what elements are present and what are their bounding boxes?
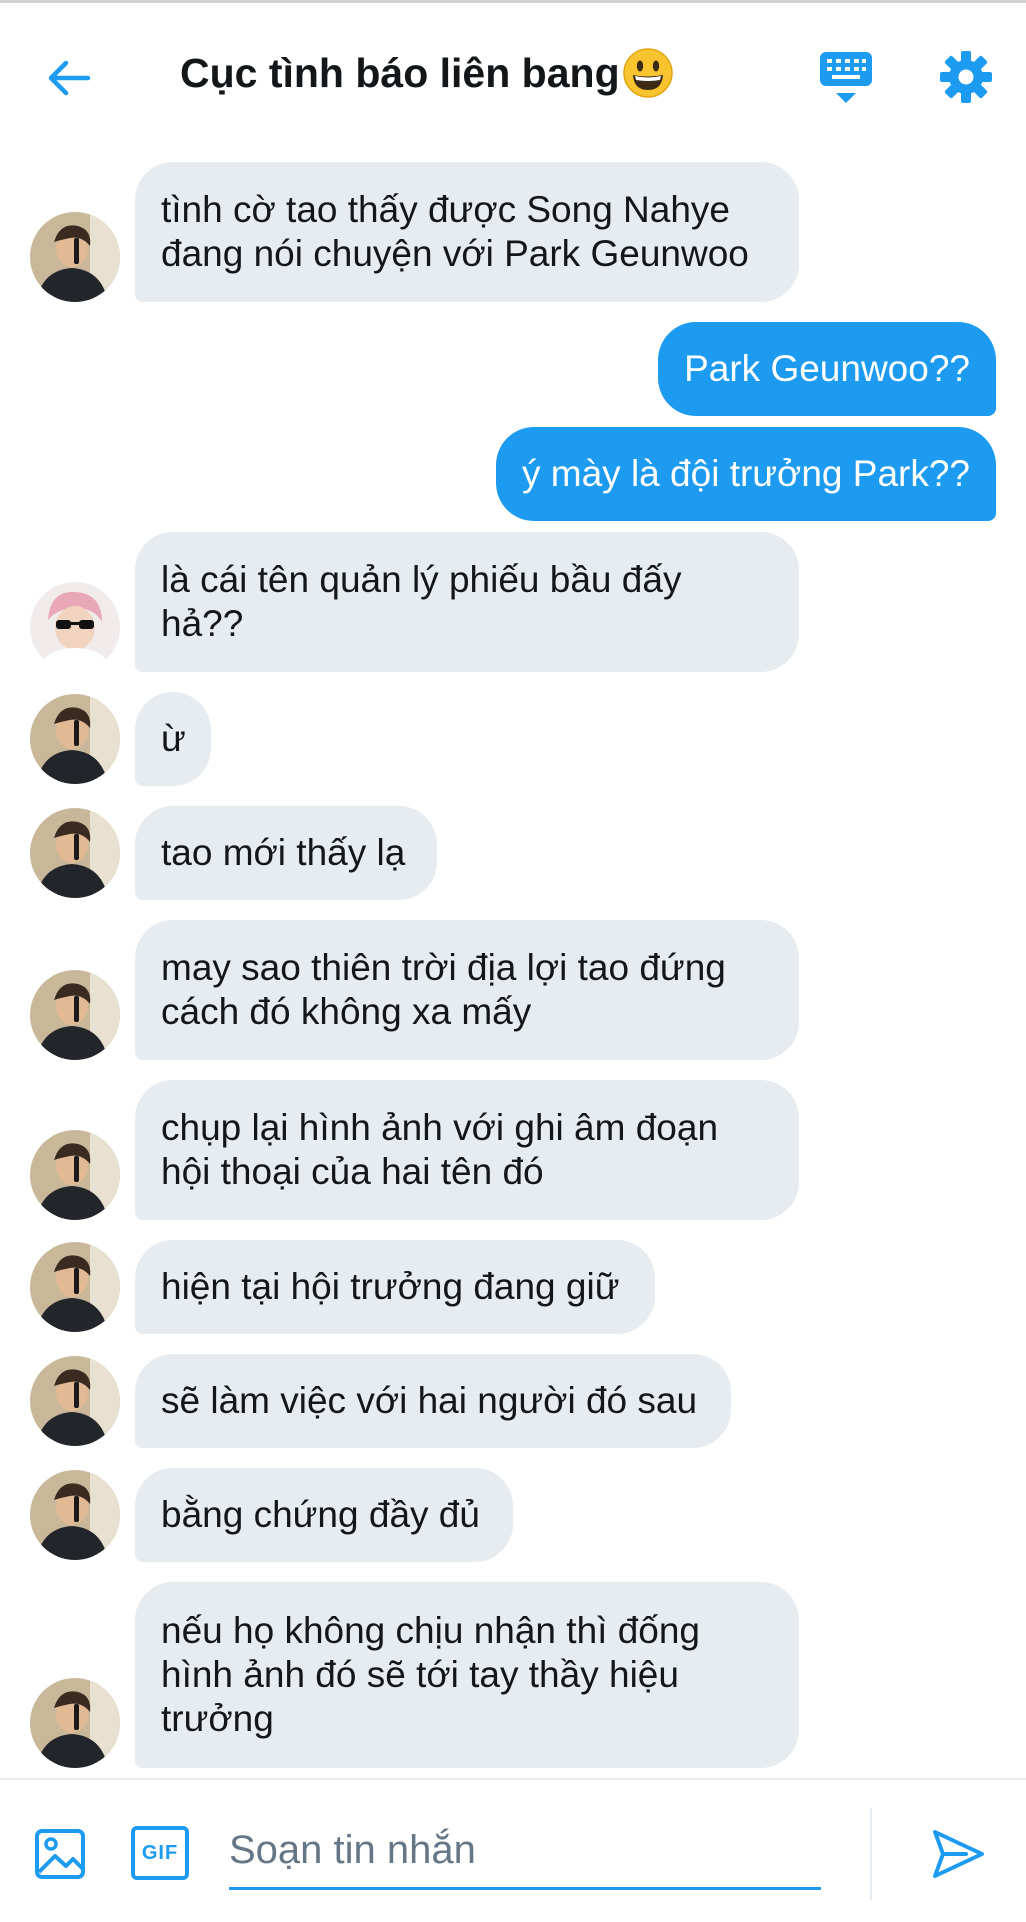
avatar-boy-image xyxy=(30,694,120,784)
message-bubble[interactable]: là cái tên quản lý phiếu bầu đấy hả?? xyxy=(135,532,799,672)
message-text: Park Geunwoo?? xyxy=(684,348,970,389)
avatar[interactable] xyxy=(30,212,120,302)
message-text: sẽ làm việc với hai người đó sau xyxy=(161,1380,698,1421)
message-row: ừ xyxy=(0,692,1026,786)
smiley-emoji-icon xyxy=(622,48,673,98)
avatar-boy-image xyxy=(30,1130,120,1220)
avatar-boy-image xyxy=(30,1242,120,1332)
message-row: tình cờ tao thấy được Song Nahye đang nó… xyxy=(0,162,1026,302)
gif-label: GIF xyxy=(141,1841,179,1864)
message-row: là cái tên quản lý phiếu bầu đấy hả?? xyxy=(0,532,1026,672)
avatar-boy-image xyxy=(30,970,120,1060)
message-composer: GIF xyxy=(0,1778,1026,1922)
message-row: bằng chứng đầy đủ xyxy=(0,1468,1026,1562)
avatar[interactable] xyxy=(30,582,120,672)
avatar-boy-image xyxy=(30,1470,120,1560)
avatar[interactable] xyxy=(30,1242,120,1332)
message-row: ý mày là đội trưởng Park?? xyxy=(0,427,1026,521)
avatar[interactable] xyxy=(30,1470,120,1560)
message-bubble[interactable]: Park Geunwoo?? xyxy=(658,322,996,416)
gear-icon[interactable] xyxy=(938,49,994,105)
avatar-boy-image xyxy=(30,808,120,898)
message-bubble[interactable]: tao mới thấy lạ xyxy=(135,806,437,900)
message-row: tao mới thấy lạ xyxy=(0,806,1026,900)
gif-icon[interactable]: GIF xyxy=(131,1826,189,1880)
message-text: chụp lại hình ảnh với ghi âm đoạn hội th… xyxy=(161,1107,719,1192)
message-bubble[interactable]: bằng chứng đầy đủ xyxy=(135,1468,513,1562)
message-bubble[interactable]: nếu họ không chịu nhận thì đống hình ảnh… xyxy=(135,1582,799,1768)
message-bubble[interactable]: ừ xyxy=(135,692,211,786)
message-row: may sao thiên trời địa lợi tao đứng cách… xyxy=(0,920,1026,1060)
avatar-boy-image xyxy=(30,1678,120,1768)
avatar[interactable] xyxy=(30,1356,120,1446)
message-input[interactable] xyxy=(229,1814,821,1890)
message-text: ừ xyxy=(161,718,186,759)
message-text: bằng chứng đầy đủ xyxy=(161,1494,480,1535)
avatar[interactable] xyxy=(30,808,120,898)
send-icon[interactable] xyxy=(930,1826,986,1882)
conversation-title[interactable]: Cục tình báo liên bang xyxy=(180,47,674,99)
message-bubble[interactable]: sẽ làm việc với hai người đó sau xyxy=(135,1354,731,1448)
message-bubble[interactable]: hiện tại hội trưởng đang giữ xyxy=(135,1240,655,1334)
message-row: hiện tại hội trưởng đang giữ xyxy=(0,1240,1026,1334)
image-icon[interactable] xyxy=(34,1828,86,1880)
avatar[interactable] xyxy=(30,694,120,784)
message-text: tao mới thấy lạ xyxy=(161,832,406,873)
message-bubble[interactable]: tình cờ tao thấy được Song Nahye đang nó… xyxy=(135,162,799,302)
back-arrow-icon[interactable] xyxy=(44,53,94,103)
avatar[interactable] xyxy=(30,970,120,1060)
message-text: tình cờ tao thấy được Song Nahye đang nó… xyxy=(161,189,749,274)
message-text: may sao thiên trời địa lợi tao đứng cách… xyxy=(161,947,726,1032)
avatar-boy-image xyxy=(30,1356,120,1446)
message-row: chụp lại hình ảnh với ghi âm đoạn hội th… xyxy=(0,1080,1026,1220)
message-text: ý mày là đội trưởng Park?? xyxy=(522,453,970,494)
keyboard-icon[interactable] xyxy=(818,49,874,107)
chat-header: Cục tình báo liên bang xyxy=(0,3,1026,143)
avatar-pink-image xyxy=(30,582,120,672)
avatar[interactable] xyxy=(30,1678,120,1768)
message-text: hiện tại hội trưởng đang giữ xyxy=(161,1266,620,1307)
message-text: là cái tên quản lý phiếu bầu đấy hả?? xyxy=(161,559,682,644)
message-bubble[interactable]: chụp lại hình ảnh với ghi âm đoạn hội th… xyxy=(135,1080,799,1220)
message-text: nếu họ không chịu nhận thì đống hình ảnh… xyxy=(161,1610,701,1739)
avatar-boy-image xyxy=(30,212,120,302)
conversation-title-text: Cục tình báo liên bang xyxy=(180,49,620,96)
message-row: sẽ làm việc với hai người đó sau xyxy=(0,1354,1026,1448)
message-bubble[interactable]: ý mày là đội trưởng Park?? xyxy=(496,427,996,521)
message-row: Park Geunwoo?? xyxy=(0,322,1026,416)
avatar[interactable] xyxy=(30,1130,120,1220)
message-row: nếu họ không chịu nhận thì đống hình ảnh… xyxy=(0,1582,1026,1768)
composer-divider xyxy=(870,1808,872,1900)
message-bubble[interactable]: may sao thiên trời địa lợi tao đứng cách… xyxy=(135,920,799,1060)
